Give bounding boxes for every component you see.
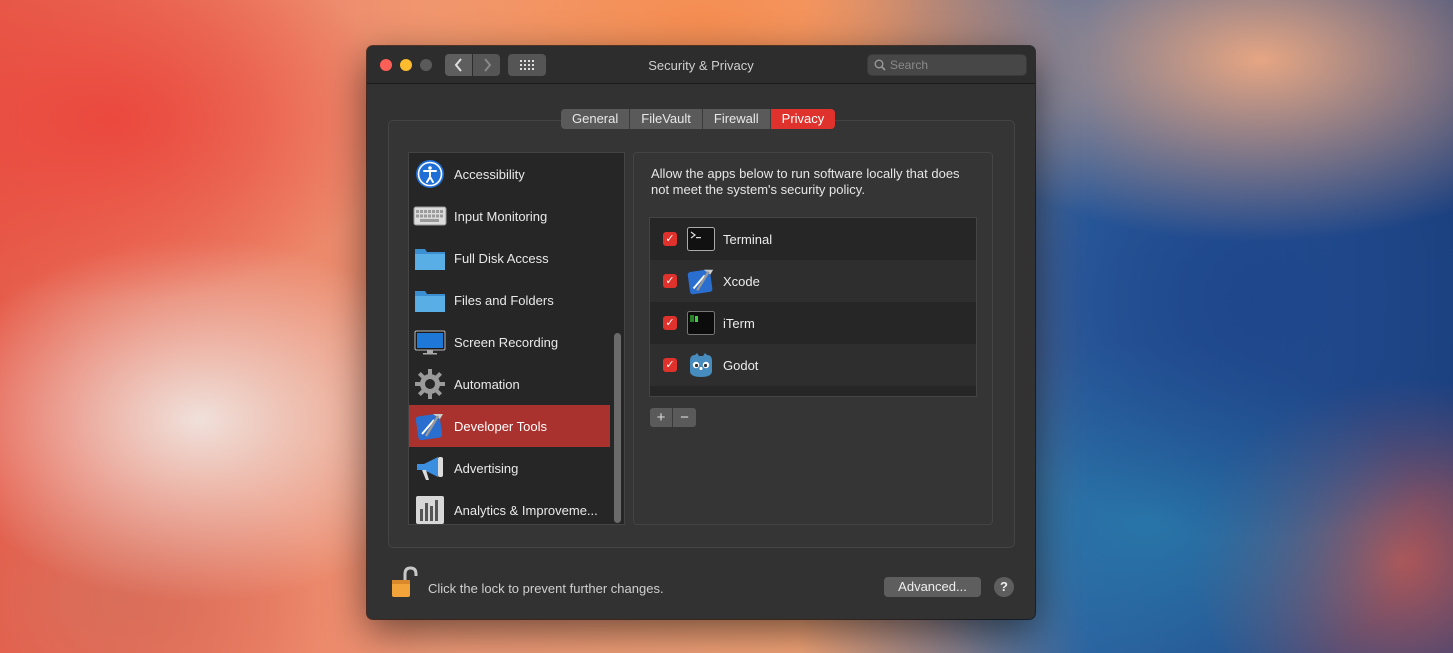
unlocked-padlock-icon: [392, 566, 418, 597]
keyboard-icon: [413, 199, 447, 233]
search-input[interactable]: [890, 58, 1020, 72]
sidebar-item-label: Full Disk Access: [454, 250, 549, 266]
security-privacy-window: Security & Privacy General FileVault Fir…: [367, 46, 1035, 619]
folder-icon: [413, 241, 447, 275]
sidebar-item-advertising[interactable]: Advertising: [409, 447, 610, 489]
search-field[interactable]: [867, 54, 1027, 76]
app-checkbox-terminal[interactable]: ✓: [663, 232, 677, 246]
app-name: Godot: [723, 357, 759, 373]
privacy-category-list: Accessibility Input Monitoring Full Disk…: [408, 152, 625, 525]
tab-general[interactable]: General: [561, 109, 631, 129]
app-checkbox-godot[interactable]: ✓: [663, 358, 677, 372]
lock-button[interactable]: [388, 566, 418, 600]
terminal-icon: [686, 224, 716, 254]
tab-firewall[interactable]: Firewall: [702, 109, 771, 129]
sidebar-item-label: Input Monitoring: [454, 208, 548, 224]
app-checkbox-iterm[interactable]: ✓: [663, 316, 677, 330]
sidebar-item-label: Files and Folders: [454, 292, 554, 308]
panel-description: Allow the apps below to run software loc…: [651, 166, 960, 197]
bar-chart-icon: [413, 493, 447, 524]
godot-icon: [686, 350, 716, 380]
sidebar-item-files-and-folders[interactable]: Files and Folders: [409, 279, 610, 321]
display-icon: [413, 325, 447, 359]
sidebar-item-label: Automation: [454, 376, 520, 392]
sidebar-item-developer-tools[interactable]: Developer Tools: [409, 405, 610, 447]
add-app-button[interactable]: +: [650, 408, 673, 427]
sidebar-item-screen-recording[interactable]: Screen Recording: [409, 321, 610, 363]
developer-tools-panel: Allow the apps below to run software loc…: [633, 152, 993, 525]
sidebar-item-label: Screen Recording: [454, 334, 559, 350]
sidebar-item-accessibility[interactable]: Accessibility: [409, 153, 610, 195]
help-button[interactable]: ?: [994, 577, 1014, 597]
iterm-icon: [686, 308, 716, 338]
lock-status-text: Click the lock to prevent further change…: [428, 581, 664, 596]
sidebar-item-label: Accessibility: [454, 166, 525, 182]
add-remove-control: + −: [650, 408, 696, 427]
app-name: iTerm: [723, 315, 755, 331]
sidebar-item-automation[interactable]: Automation: [409, 363, 610, 405]
app-row-godot[interactable]: ✓ Godot: [650, 344, 976, 386]
app-name: Xcode: [723, 273, 760, 289]
magnifier-icon: [874, 59, 886, 71]
tab-bar: General FileVault Firewall Privacy: [561, 109, 836, 129]
app-row-xcode[interactable]: ✓ Xcode: [650, 260, 976, 302]
app-name: Terminal: [723, 231, 773, 247]
app-checkbox-xcode[interactable]: ✓: [663, 274, 677, 288]
sidebar-item-label: Developer Tools: [454, 418, 547, 434]
gear-icon: [413, 367, 447, 401]
app-row-iterm[interactable]: ✓ iTerm: [650, 302, 976, 344]
sidebar-item-label: Advertising: [454, 460, 519, 476]
sidebar-item-full-disk-access[interactable]: Full Disk Access: [409, 237, 610, 279]
sidebar-item-label: Analytics & Improveme...: [454, 502, 598, 518]
folder-icon: [413, 283, 447, 317]
app-row-terminal[interactable]: ✓ Terminal: [650, 218, 976, 260]
sidebar-item-input-monitoring[interactable]: Input Monitoring: [409, 195, 610, 237]
sidebar-item-analytics[interactable]: Analytics & Improveme...: [409, 489, 610, 524]
remove-app-button[interactable]: −: [673, 408, 696, 427]
megaphone-icon: [413, 451, 447, 485]
xcode-icon: [686, 266, 716, 296]
tab-privacy[interactable]: Privacy: [770, 109, 836, 129]
developer-app-list: ✓ Terminal ✓ Xcode ✓ iTerm ✓ Godot: [649, 217, 977, 397]
accessibility-icon: [413, 157, 447, 191]
title-bar: Security & Privacy: [367, 46, 1035, 84]
xcode-icon: [413, 409, 447, 443]
sidebar-scrollbar[interactable]: [614, 333, 621, 523]
advanced-button[interactable]: Advanced...: [884, 577, 981, 597]
tab-filevault[interactable]: FileVault: [630, 109, 703, 129]
